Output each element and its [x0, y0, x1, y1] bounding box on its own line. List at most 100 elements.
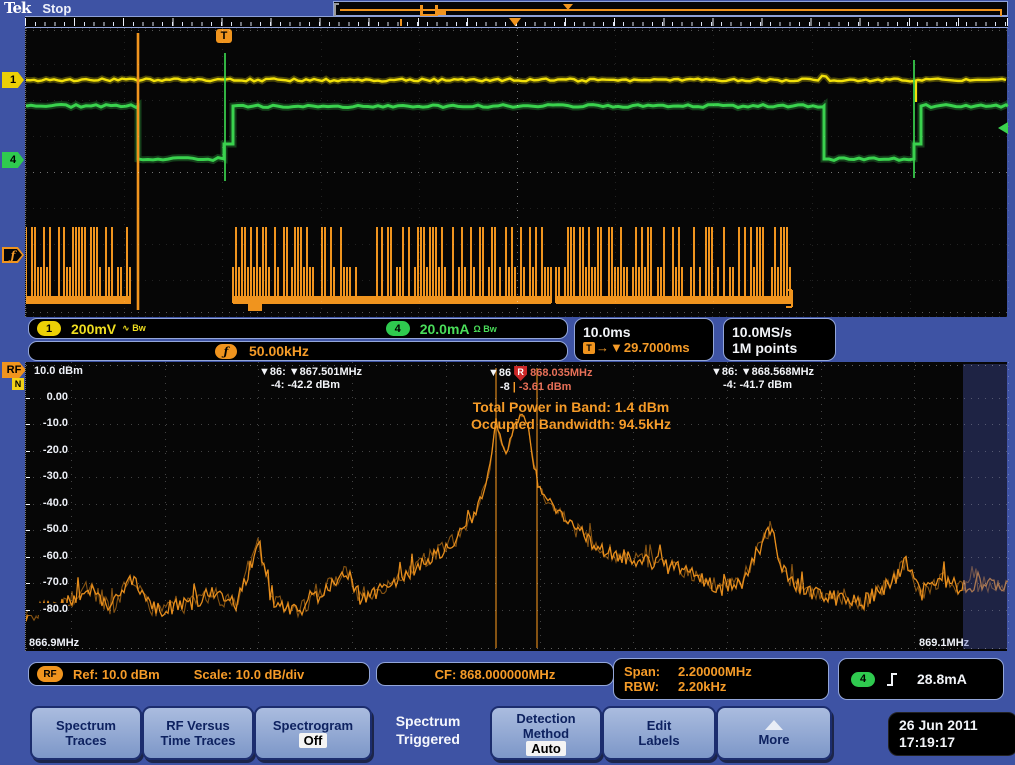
- grid-line: [26, 424, 1007, 425]
- grid-line: [914, 362, 915, 649]
- grid-line: [26, 100, 1007, 101]
- grid-line: [26, 451, 1007, 452]
- scale-label: 0.00: [28, 391, 68, 403]
- rf-badge[interactable]: RF: [37, 666, 63, 682]
- grid-line: [26, 280, 1007, 281]
- edit-labels-button[interactable]: EditLabels: [602, 706, 716, 760]
- grid-line: [26, 316, 1007, 317]
- out-of-band-region: [963, 364, 1008, 649]
- ruler-event-tick: [400, 19, 402, 26]
- grid-line: [26, 610, 1007, 611]
- rbw-label: RBW:: [624, 679, 678, 694]
- span-label: Span:: [624, 664, 678, 679]
- record-end-bracket-icon: [1000, 9, 1002, 16]
- oscilloscope-screen: Tek Stop T 1 4 ƒ RF N 1 200mV ∿ Bw 4 20.…: [0, 0, 1015, 765]
- grid-line: [26, 583, 1007, 584]
- spectrum-graticule: 10.0 dBm 0.00-10.0-20.0-30.0-40.0-50.0-6…: [25, 362, 1007, 651]
- time: 17:19:17: [899, 734, 1015, 751]
- grid-line: [352, 362, 353, 649]
- grid-line: [821, 362, 822, 649]
- grid-line: [26, 398, 1007, 399]
- grid-line: [26, 648, 1007, 649]
- trigger-tri: ▼: [610, 340, 623, 355]
- grid-line: [26, 530, 1007, 531]
- center-frequency-box: CF: 868.000000MHz: [376, 662, 614, 686]
- record-cursor-icon: [438, 11, 446, 15]
- scale-label: -80.0: [28, 603, 68, 615]
- trigger-point-icon[interactable]: T: [216, 29, 232, 43]
- grid-line: [1008, 28, 1009, 315]
- more-button[interactable]: More: [716, 706, 832, 760]
- bus-f-badge[interactable]: ƒ: [215, 344, 237, 359]
- grid-line: [26, 136, 1007, 137]
- center-frequency: CF: 868.000000MHz: [435, 667, 556, 682]
- grid-line: [26, 28, 1007, 29]
- spectrogram-button[interactable]: SpectrogramOff: [254, 706, 372, 760]
- timebase-value: 10.0ms: [583, 324, 630, 340]
- ch4-position-icon[interactable]: 4: [2, 152, 24, 168]
- bus-f-position-icon[interactable]: ƒ: [2, 247, 24, 263]
- bus-readout-box: ƒ 50.00kHz: [28, 341, 568, 361]
- rbw-value: 2.20kHz: [678, 679, 726, 694]
- acquisition-readout-box: 10.0MS/s 1M points: [723, 318, 836, 361]
- trigger-source-badge[interactable]: 4: [851, 672, 875, 687]
- grid-line: [540, 362, 541, 649]
- tek-logo: Tek: [4, 0, 30, 17]
- time-domain-graticule: T: [25, 28, 1007, 317]
- rf-ref-scale-box: RF Ref: 10.0 dBm Scale: 10.0 dB/div: [28, 662, 370, 686]
- grid-line: [26, 557, 1007, 558]
- grid-line: [71, 362, 72, 649]
- rf-ref-level: Ref: 10.0 dBm: [73, 667, 160, 682]
- rf-versus-time-traces-button[interactable]: RF VersusTime Traces: [142, 706, 254, 760]
- grid-line: [258, 362, 259, 649]
- trigger-level-value: 28.8mA: [917, 671, 967, 687]
- date: 26 Jun 2011: [899, 717, 1015, 734]
- grid-line: [26, 172, 1007, 173]
- peak-marker-readout: ▼86:▼867.501MHz-4:-42.2 dBm: [259, 366, 362, 392]
- scale-label: -70.0: [28, 576, 68, 588]
- scale-label: -30.0: [28, 470, 68, 482]
- trigger-position-icon[interactable]: [509, 18, 521, 26]
- span-value: 2.20000MHz: [678, 664, 752, 679]
- ch1-coupling-icons: ∿ Bw: [122, 323, 146, 334]
- record-view-bar[interactable]: [333, 1, 1008, 16]
- rf-scale: Scale: 10.0 dB/div: [194, 667, 305, 682]
- ch1-scale: 200mV: [71, 321, 116, 337]
- record-length: 1M points: [732, 340, 797, 356]
- span-rbw-box: Span:2.20000MHz RBW:2.20kHz: [613, 658, 829, 700]
- scale-label: -20.0: [28, 444, 68, 456]
- rising-edge-icon: [885, 670, 899, 688]
- sample-rate: 10.0MS/s: [732, 324, 792, 340]
- trigger-arrow: →: [596, 340, 609, 355]
- grid-line: [26, 477, 1007, 478]
- channel-readout-box: 1 200mV ∿ Bw 4 20.0mA Ω Bw: [28, 318, 568, 339]
- scale-label: -40.0: [28, 497, 68, 509]
- rf-normal-trace-icon: N: [12, 378, 24, 390]
- rf-position-icon[interactable]: RF: [2, 362, 26, 378]
- header-bar: Tek Stop: [0, 0, 333, 16]
- grid-line: [165, 362, 166, 649]
- timeline-ruler: [25, 16, 1008, 28]
- scale-label: -60.0: [28, 550, 68, 562]
- trigger-delay: 29.7000ms: [624, 340, 690, 355]
- ch4-badge[interactable]: 4: [386, 321, 410, 336]
- grid-line: [26, 312, 1007, 313]
- trigger-readout-box: 4 28.8mA: [838, 658, 1004, 700]
- datetime-display: 26 Jun 2011 17:19:17: [888, 712, 1015, 756]
- ref-level-label: 10.0 dBm: [34, 365, 94, 377]
- menu-title: Spectrum Triggered: [372, 712, 484, 748]
- grid-line: [26, 208, 1007, 209]
- grid-line: [727, 362, 728, 649]
- detection-method-button[interactable]: DetectionMethodAuto: [490, 706, 602, 760]
- scale-label: -10.0: [28, 417, 68, 429]
- spectrum-traces-button[interactable]: SpectrumTraces: [30, 706, 142, 760]
- record-trigger-icon: [563, 4, 573, 10]
- grid-line: [26, 64, 1007, 65]
- ch1-badge[interactable]: 1: [37, 321, 61, 336]
- grid-line: [633, 362, 634, 649]
- ch4-coupling-icons: Ω Bw: [474, 324, 497, 334]
- grid-line: [26, 365, 1007, 366]
- grid-line: [446, 362, 447, 649]
- grid-line: [26, 30, 1007, 31]
- ch1-position-icon[interactable]: 1: [2, 72, 24, 88]
